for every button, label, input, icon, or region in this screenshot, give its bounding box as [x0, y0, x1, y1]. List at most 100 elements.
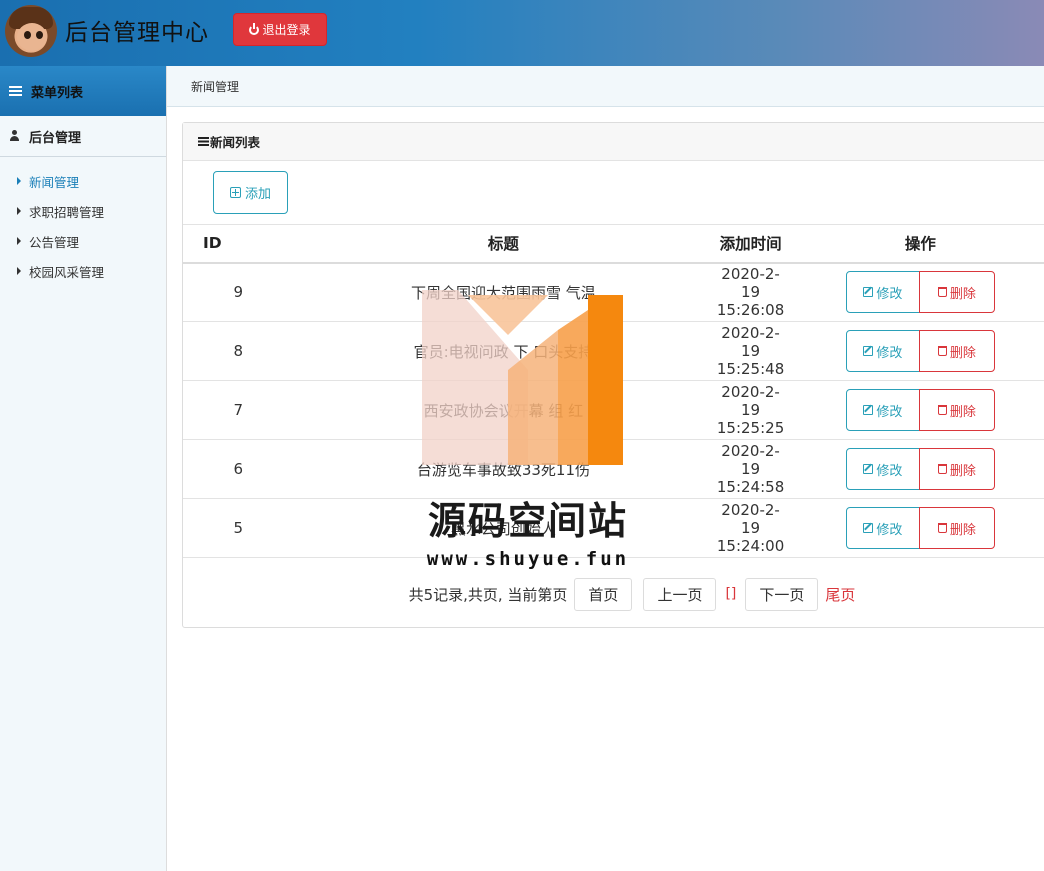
cell-actions: 修改 删除: [787, 262, 1044, 322]
list-icon: [9, 85, 22, 97]
edit-icon: [863, 287, 874, 298]
sidebar-item-campus[interactable]: 校园风采管理: [0, 256, 166, 286]
nav-list: 新闻管理 求职招聘管理 公告管理 校园风采管理: [0, 166, 166, 286]
delete-label: 删除: [949, 463, 976, 479]
sidebar-item-notices[interactable]: 公告管理: [0, 226, 166, 256]
delete-button[interactable]: 删除: [918, 507, 995, 549]
last-page-link[interactable]: 尾页: [825, 584, 855, 605]
edit-button[interactable]: 修改: [845, 389, 920, 431]
cell-time: 2020-2-19 15:26:08: [713, 262, 788, 322]
table-row: 5 黑水公司创始人 2020-2-19 15:24:00 修改 删除: [183, 498, 1044, 558]
edit-button[interactable]: 修改: [845, 271, 920, 314]
cell-actions: 修改 删除: [787, 439, 1044, 499]
edit-label: 修改: [876, 463, 903, 479]
caret-right-icon: [17, 237, 21, 245]
pagination-info: 共5记录,共页, 当前第页: [408, 585, 568, 604]
column-header-actions: 操作: [787, 224, 1044, 264]
delete-button[interactable]: 删除: [918, 389, 995, 431]
avatar: [5, 5, 57, 57]
power-icon: [249, 22, 260, 35]
edit-button[interactable]: 修改: [845, 448, 920, 490]
cell-actions: 修改 删除: [787, 321, 1044, 381]
edit-button[interactable]: 修改: [845, 330, 920, 372]
sidebar-item-jobs[interactable]: 求职招聘管理: [0, 196, 166, 226]
caret-right-icon: [17, 267, 21, 275]
edit-label: 修改: [876, 404, 903, 420]
breadcrumb: 新闻管理: [167, 66, 1044, 107]
delete-button[interactable]: 删除: [918, 448, 995, 490]
delete-label: 删除: [949, 404, 976, 420]
cell-id: 5: [183, 498, 294, 558]
panel-header: 新闻列表: [183, 123, 1044, 161]
menu-title: 菜单列表: [31, 85, 84, 101]
cell-id: 6: [183, 439, 294, 499]
edit-label: 修改: [876, 522, 903, 538]
delete-label: 删除: [949, 522, 976, 538]
user-icon: [9, 130, 20, 142]
news-table: ID 标题 添加时间 操作 9 下周全国迎大范围雨雪 气温 2020-2-19 …: [183, 224, 1044, 558]
table-row: 6 台游览车事故致33死11伤 2020-2-19 15:24:58 修改 删除: [183, 439, 1044, 499]
trash-icon: [937, 405, 947, 415]
column-header-time: 添加时间: [713, 224, 788, 264]
edit-label: 修改: [876, 286, 903, 302]
sidebar-item-label: 求职招聘管理: [29, 204, 105, 220]
caret-right-icon: [17, 177, 21, 185]
sidebar-item-label: 新闻管理: [29, 174, 80, 190]
edit-icon: [863, 346, 874, 356]
current-page-indicator: []: [725, 586, 737, 602]
plus-square-icon: [229, 187, 241, 198]
top-header: 后台管理中心 退出登录: [0, 0, 1044, 66]
logout-button[interactable]: 退出登录: [233, 13, 327, 46]
add-label: 添加: [244, 187, 271, 202]
cell-title: 西安政协会议开幕 组 红: [293, 380, 714, 440]
app-title: 后台管理中心: [65, 20, 209, 46]
cell-time: 2020-2-19 15:24:58: [713, 439, 788, 499]
sidebar-item-news[interactable]: 新闻管理: [0, 166, 166, 196]
cell-title: 官员:电视问政 下 口头支持: [293, 321, 714, 381]
delete-button[interactable]: 删除: [918, 271, 995, 314]
trash-icon: [937, 287, 947, 298]
logout-label: 退出登录: [262, 23, 311, 37]
cell-id: 8: [183, 321, 294, 381]
cell-title: 台游览车事故致33死11伤: [293, 439, 714, 499]
menu-group-header[interactable]: 后台管理: [0, 116, 166, 157]
news-list-panel: 新闻列表 添加 ID 标题 添加时间 操作 9 下周全国迎大范围雨雪 气温 20…: [182, 122, 1044, 628]
cell-time: 2020-2-19 15:25:25: [713, 380, 788, 440]
edit-icon: [863, 523, 874, 533]
column-header-id: ID: [183, 224, 294, 264]
cell-time: 2020-2-19 15:24:00: [713, 498, 788, 558]
cell-title: 下周全国迎大范围雨雪 气温: [293, 262, 714, 322]
sidebar: 菜单列表 后台管理 新闻管理 求职招聘管理 公告管理 校园风采管理: [0, 66, 167, 871]
sidebar-item-label: 校园风采管理: [29, 264, 105, 280]
cell-id: 7: [183, 380, 294, 440]
menu-group-title: 后台管理: [29, 130, 82, 146]
trash-icon: [937, 523, 947, 533]
edit-icon: [863, 464, 874, 474]
delete-button[interactable]: 删除: [918, 330, 995, 372]
delete-label: 删除: [949, 345, 976, 361]
table-header-row: ID 标题 添加时间 操作: [183, 224, 1044, 264]
table-row: 8 官员:电视问政 下 口头支持 2020-2-19 15:25:48 修改 删…: [183, 321, 1044, 381]
table-row: 9 下周全国迎大范围雨雪 气温 2020-2-19 15:26:08 修改 删除: [183, 262, 1044, 322]
prev-page-button[interactable]: 上一页: [643, 577, 717, 611]
cell-time: 2020-2-19 15:25:48: [713, 321, 788, 381]
trash-icon: [937, 346, 947, 356]
add-button[interactable]: 添加: [213, 171, 288, 214]
sidebar-item-label: 公告管理: [29, 234, 80, 250]
table-row: 7 西安政协会议开幕 组 红 2020-2-19 15:25:25 修改 删除: [183, 380, 1044, 440]
menu-header: 菜单列表: [0, 66, 166, 116]
edit-label: 修改: [876, 345, 903, 361]
first-page-button[interactable]: 首页: [574, 577, 633, 611]
trash-icon: [937, 464, 947, 474]
caret-right-icon: [17, 207, 21, 215]
pagination: 共5记录,共页, 当前第页 首页 上一页 [] 下一页 尾页: [183, 577, 1044, 611]
breadcrumb-label: 新闻管理: [191, 79, 240, 94]
panel-title: 新闻列表: [210, 135, 261, 150]
cell-id: 9: [183, 262, 294, 322]
cell-actions: 修改 删除: [787, 380, 1044, 440]
cell-title: 黑水公司创始人: [293, 498, 714, 558]
edit-button[interactable]: 修改: [845, 507, 920, 549]
delete-label: 删除: [949, 286, 976, 302]
edit-icon: [863, 405, 874, 415]
next-page-button[interactable]: 下一页: [745, 577, 819, 611]
